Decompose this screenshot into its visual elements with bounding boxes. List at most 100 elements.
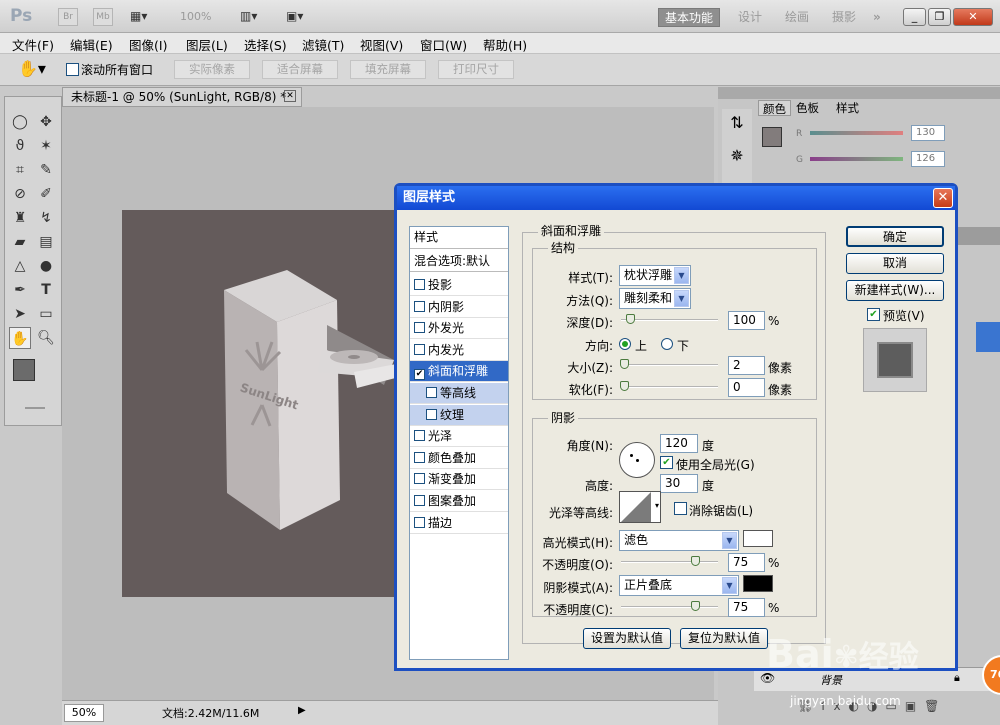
status-arrow-icon[interactable]: ▶	[298, 705, 306, 716]
angle-dial[interactable]	[619, 442, 655, 478]
effect-checkbox[interactable]	[414, 430, 425, 442]
effect-item[interactable]: 图案叠加	[410, 491, 508, 512]
menu-edit[interactable]: 编辑(E)	[70, 35, 113, 54]
tab-swatches[interactable]: 色板	[792, 100, 823, 116]
workspace-photography[interactable]: 摄影	[832, 8, 856, 27]
restore-icon[interactable]: ❐	[928, 8, 951, 26]
print-size-button[interactable]: 打印尺寸	[438, 60, 514, 79]
effect-item[interactable]: 颜色叠加	[410, 448, 508, 469]
antialias-checkbox[interactable]	[674, 502, 687, 515]
effect-checkbox[interactable]	[414, 451, 425, 463]
more-workspaces-icon[interactable]: »	[873, 8, 881, 27]
scroll-all-checkbox[interactable]	[66, 63, 79, 76]
effect-item[interactable]: ✔ 斜面和浮雕	[410, 361, 508, 383]
gradient-tool-icon[interactable]: ▤	[35, 231, 57, 253]
direction-down-radio[interactable]	[661, 338, 673, 350]
document-canvas[interactable]: SunLight	[122, 210, 422, 597]
zoom-level[interactable]: 100%	[180, 10, 211, 23]
effect-item[interactable]: 描边	[410, 513, 508, 534]
reset-default-button[interactable]: 复位为默认值	[680, 628, 768, 649]
size-slider[interactable]	[621, 364, 718, 366]
preview-checkbox[interactable]: ✔	[867, 308, 880, 321]
menu-image[interactable]: 图像(I)	[129, 35, 167, 54]
g-slider[interactable]	[810, 157, 903, 161]
cancel-button[interactable]: 取消	[846, 253, 944, 274]
direction-up-radio[interactable]	[619, 338, 631, 350]
menu-select[interactable]: 选择(S)	[244, 35, 287, 54]
magic-wand-icon[interactable]: ✶	[35, 135, 57, 157]
actual-pixels-button[interactable]: 实际像素	[174, 60, 250, 79]
type-tool-icon[interactable]: T	[35, 279, 57, 301]
effect-item[interactable]: 内发光	[410, 340, 508, 361]
highlight-opacity-input[interactable]: 75	[728, 553, 765, 572]
soften-input[interactable]: 0	[728, 378, 765, 397]
effect-checkbox[interactable]	[414, 300, 425, 312]
effect-item[interactable]: 投影	[410, 275, 508, 296]
gloss-contour-picker[interactable]: ▾	[619, 491, 661, 523]
altitude-input[interactable]: 30	[660, 474, 698, 493]
depth-slider[interactable]	[621, 319, 718, 321]
document-tab[interactable]: 未标题-1 @ 50% (SunLight, RGB/8) * ✕	[62, 87, 302, 107]
history-icon[interactable]: ⇅	[722, 113, 752, 132]
eraser-icon[interactable]: ▰	[9, 231, 31, 253]
arrange-documents-icon[interactable]: ▥▾	[240, 9, 257, 23]
blur-tool-icon[interactable]: △	[9, 255, 31, 277]
clone-stamp-icon[interactable]: ♜	[9, 207, 31, 229]
r-value[interactable]: 130	[911, 125, 945, 141]
menu-layer[interactable]: 图层(L)	[186, 35, 228, 54]
blend-options-item[interactable]: 混合选项:默认	[410, 251, 508, 272]
menu-window[interactable]: 窗口(W)	[420, 35, 467, 54]
ok-button[interactable]: 确定	[846, 226, 944, 247]
depth-input[interactable]: 100	[728, 311, 765, 330]
effect-item[interactable]: 等高线	[410, 383, 508, 404]
crop-tool-icon[interactable]: ⌗	[9, 159, 31, 181]
menu-file[interactable]: 文件(F)	[12, 35, 54, 54]
hand-tool-icon[interactable]: ✋	[9, 327, 31, 349]
method-select[interactable]: 雕刻柔和 ▼	[619, 288, 691, 309]
effect-checkbox[interactable]	[414, 343, 425, 355]
soften-slider[interactable]	[621, 386, 718, 388]
new-style-button[interactable]: 新建样式(W)...	[846, 280, 944, 301]
workspace-painting[interactable]: 绘画	[785, 8, 809, 27]
shadow-color-swatch[interactable]	[743, 575, 773, 592]
shadow-opacity-thumb[interactable]	[691, 601, 700, 611]
shadow-mode-select[interactable]: 正片叠底 ▼	[619, 575, 739, 596]
zoom-field[interactable]: 50%	[64, 704, 104, 722]
tab-color[interactable]: 颜色	[758, 100, 791, 116]
pen-tool-icon[interactable]: ✒	[9, 279, 31, 301]
workspace-essentials[interactable]: 基本功能	[658, 8, 721, 27]
shadow-opacity-slider[interactable]	[621, 606, 718, 608]
screen-mode-icon[interactable]: ▣▾	[286, 9, 303, 23]
effect-checkbox[interactable]	[414, 279, 425, 290]
size-slider-thumb[interactable]	[620, 359, 629, 369]
tab-styles[interactable]: 样式	[832, 100, 863, 116]
lasso-tool-icon[interactable]: ϑ	[9, 135, 31, 157]
effect-item[interactable]: 内阴影	[410, 297, 508, 318]
view-extras-icon[interactable]: ▦▾	[130, 9, 160, 25]
g-value[interactable]: 126	[911, 151, 945, 167]
effect-item[interactable]: 纹理	[410, 404, 508, 426]
effect-item[interactable]: 光泽	[410, 426, 508, 448]
menu-help[interactable]: 帮助(H)	[483, 35, 527, 54]
minimize-icon[interactable]: _	[903, 8, 926, 26]
effect-checkbox[interactable]	[426, 387, 437, 398]
dialog-close-icon[interactable]: ✕	[933, 188, 953, 208]
fit-screen-button[interactable]: 适合屏幕	[262, 60, 338, 79]
move-tool-icon[interactable]: ✥	[35, 111, 57, 133]
size-input[interactable]: 2	[728, 356, 765, 375]
quick-mask-icon[interactable]	[25, 407, 45, 409]
highlight-color-swatch[interactable]	[743, 530, 773, 547]
menu-view[interactable]: 视图(V)	[360, 35, 403, 54]
eyedropper-icon[interactable]: ✎	[35, 159, 57, 181]
path-select-icon[interactable]: ➤	[9, 303, 31, 325]
dodge-tool-icon[interactable]: ●	[35, 255, 57, 277]
hand-tool-icon[interactable]: ✋▾	[18, 59, 46, 78]
r-slider[interactable]	[810, 131, 903, 135]
history-brush-icon[interactable]: ↯	[35, 207, 57, 229]
menu-filter[interactable]: 滤镜(T)	[302, 35, 344, 54]
effect-checkbox[interactable]	[414, 495, 425, 506]
effect-checkbox[interactable]	[414, 473, 425, 485]
highlight-mode-select[interactable]: 滤色 ▼	[619, 530, 739, 551]
depth-slider-thumb[interactable]	[626, 314, 635, 324]
fill-screen-button[interactable]: 填充屏幕	[350, 60, 426, 79]
